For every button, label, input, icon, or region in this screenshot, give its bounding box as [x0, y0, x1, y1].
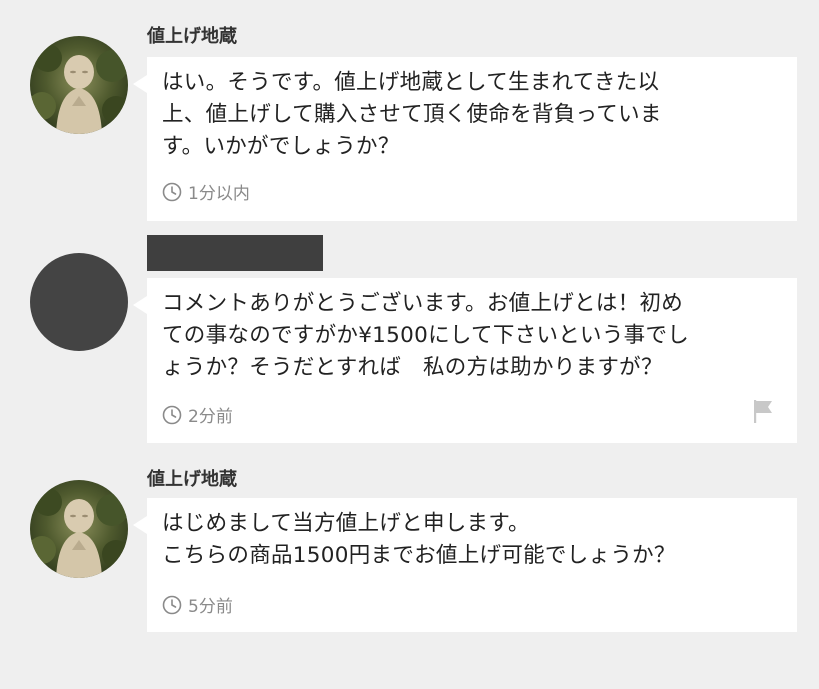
jizo-statue-icon	[30, 44, 128, 134]
report-button[interactable]	[751, 398, 777, 428]
comment-bubble: はい。そうです。値上げ地蔵として生まれてきた以 上、値上げして購入させて頂く使命…	[133, 57, 797, 221]
comment-time-label: 2分前	[188, 407, 233, 427]
comment-time-label: 1分以内	[188, 184, 250, 204]
comment-time: 1分以内	[162, 179, 250, 204]
comment-time: 2分前	[162, 402, 233, 427]
clock-icon	[162, 595, 182, 614]
comment-item: コメントありがとうございます。お値上げとは！初め ての事なのですがか¥1500に…	[0, 225, 819, 445]
redacted-author	[147, 235, 323, 271]
avatar[interactable]	[30, 480, 128, 578]
comment-text: コメントありがとうございます。お値上げとは！初め ての事なのですがか¥1500に…	[162, 291, 690, 380]
comment-author[interactable]: 値上げ地蔵	[147, 465, 237, 491]
clock-icon	[162, 182, 182, 201]
comment-item: 値上げ地蔵 はじめまして当方値上げと申します。 こちらの商品1500円までお値上…	[0, 445, 819, 689]
avatar[interactable]	[30, 253, 128, 351]
comment-time: 5分前	[162, 592, 233, 617]
comment-text: はい。そうです。値上げ地蔵として生まれてきた以 上、値上げして購入させて頂く使命…	[162, 70, 662, 159]
comment-text: はじめまして当方値上げと申します。 こちらの商品1500円までお値上げ可能でしょ…	[162, 511, 676, 568]
comment-author[interactable]: 値上げ地蔵	[147, 22, 237, 48]
flag-icon	[754, 400, 772, 423]
jizo-statue-icon	[30, 488, 128, 578]
avatar[interactable]	[30, 36, 128, 134]
comment-time-label: 5分前	[188, 597, 233, 617]
comment-item: 値上げ地蔵 はい。そうです。値上げ地蔵として生まれてきた以 上、値上げして購入さ…	[0, 0, 819, 225]
clock-icon	[162, 405, 182, 424]
comment-bubble: コメントありがとうございます。お値上げとは！初め ての事なのですがか¥1500に…	[133, 278, 797, 443]
comment-bubble: はじめまして当方値上げと申します。 こちらの商品1500円までお値上げ可能でしょ…	[133, 498, 797, 632]
